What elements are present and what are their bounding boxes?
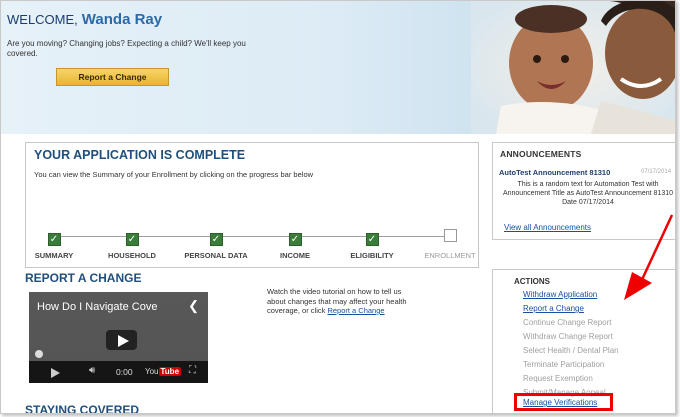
action-terminate-participation: Terminate Participation [523, 360, 605, 369]
share-icon[interactable]: ❮ [188, 298, 199, 314]
report-change-link[interactable]: Report a Change [327, 306, 384, 315]
mother-child-photo [471, 1, 675, 134]
video-time: 0:00 [116, 367, 133, 377]
progress-step-eligibility[interactable]: ✓ ELIGIBILITY [332, 229, 412, 260]
application-status-panel: YOUR APPLICATION IS COMPLETE You can vie… [25, 142, 479, 268]
step-label: HOUSEHOLD [108, 251, 156, 260]
view-all-announcements-link[interactable]: View all Announcements [504, 223, 591, 232]
staying-covered-heading: STAYING COVERED [25, 403, 140, 414]
announcement-item-body: This is a random text for Automation Tes… [502, 181, 674, 206]
check-icon: ✓ [125, 233, 139, 246]
announcements-title: ANNOUNCEMENTS [500, 149, 582, 159]
welcome-heading: WELCOME, Wanda Ray [7, 11, 162, 28]
action-withdraw-change-report: Withdraw Change Report [523, 332, 613, 341]
check-icon: ✓ [47, 233, 61, 246]
volume-icon[interactable]: 🔊︎ [89, 365, 95, 376]
progress-step-personal-data[interactable]: ✓ PERSONAL DATA [176, 229, 256, 260]
video-controls: 🔊︎ 0:00 You Tube ⛶ [29, 361, 208, 383]
action-withdraw-application[interactable]: Withdraw Application [523, 290, 597, 299]
announcement-item-date: 07/17/2014 [641, 169, 672, 175]
welcome-label: WELCOME, [7, 12, 78, 27]
progress-step-enrollment[interactable]: ENROLLMENT [410, 229, 490, 260]
report-change-button[interactable]: Report a Change [56, 68, 169, 86]
application-status-title: YOUR APPLICATION IS COMPLETE [34, 148, 246, 162]
banner-intro-text: Are you moving? Changing jobs? Expecting… [7, 39, 246, 58]
report-change-text: Watch the video tutorial on how to tell … [267, 287, 417, 316]
fullscreen-icon[interactable]: ⛶ [189, 365, 196, 376]
actions-panel: ACTIONS Withdraw Application Report a Ch… [492, 269, 675, 413]
check-icon: ✓ [209, 233, 223, 246]
progress-step-summary[interactable]: ✓ SUMMARY [14, 229, 94, 260]
step-label: ELIGIBILITY [350, 251, 394, 260]
step-label: SUMMARY [34, 251, 74, 260]
announcements-panel: ANNOUNCEMENTS AutoTest Announcement 8131… [492, 142, 675, 240]
check-icon: ✓ [365, 233, 379, 246]
action-continue-change-report: Continue Change Report [523, 318, 612, 327]
action-report-change[interactable]: Report a Change [523, 304, 584, 313]
play-icon[interactable] [51, 368, 60, 378]
progress-step-income[interactable]: ✓ INCOME [255, 229, 335, 260]
action-select-health-dental-plan: Select Health / Dental Plan [523, 346, 619, 355]
application-status-description: You can view the Summary of your Enrollm… [34, 170, 314, 179]
check-icon: ✓ [288, 233, 302, 246]
user-name: Wanda Ray [81, 11, 163, 28]
progress-step-household[interactable]: ✓ HOUSEHOLD [92, 229, 172, 260]
video-scrub-handle[interactable] [35, 350, 43, 358]
announcement-item-title[interactable]: AutoTest Announcement 81310 [499, 168, 610, 177]
video-title: How Do I Navigate Cove [37, 301, 158, 313]
youtube-logo-tube: Tube [158, 367, 182, 376]
play-button-icon[interactable] [105, 329, 138, 351]
enrollment-progress-bar: ✓ SUMMARY ✓ HOUSEHOLD ✓ PERSONAL DATA ✓ … [35, 229, 476, 260]
welcome-banner: WELCOME, Wanda Ray Are you moving? Changi… [1, 1, 675, 134]
step-label: ENROLLMENT [424, 251, 476, 260]
action-request-exemption: Request Exemption [523, 374, 593, 383]
step-label: PERSONAL DATA [184, 251, 248, 260]
actions-title: ACTIONS [514, 277, 550, 286]
empty-checkbox-icon [443, 229, 457, 242]
report-change-heading: REPORT A CHANGE [25, 271, 142, 285]
youtube-logo-you: You [145, 367, 159, 376]
youtube-logo-icon[interactable]: You Tube [145, 367, 182, 376]
step-label: INCOME [280, 251, 310, 260]
tutorial-video-player[interactable]: How Do I Navigate Cove ❮ 🔊︎ 0:00 You Tube… [29, 292, 208, 383]
page-frame: WELCOME, Wanda Ray Are you moving? Changi… [0, 0, 676, 414]
manage-verifications-highlight-box [514, 393, 613, 411]
